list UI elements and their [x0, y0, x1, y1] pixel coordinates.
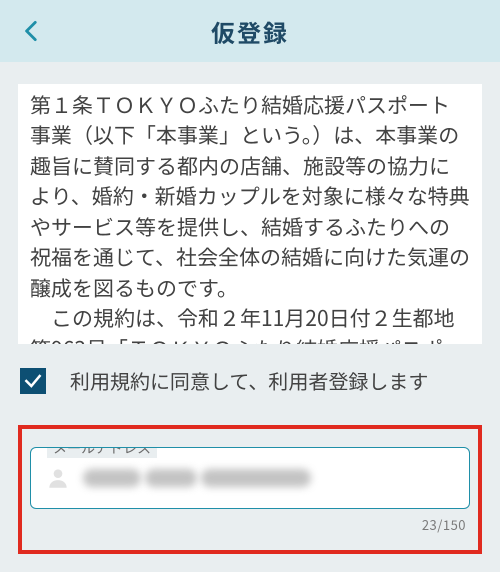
page-title: 仮登録: [0, 14, 500, 49]
app-header: 仮登録: [0, 0, 500, 62]
email-highlight-box: メールアドレス 23/150: [18, 425, 482, 554]
agree-row: 利用規約に同意して、利用者登録します: [18, 366, 482, 395]
check-icon: [23, 371, 43, 391]
email-input[interactable]: メールアドレス: [30, 447, 470, 509]
terms-paragraph-2: この規約は、令和２年11月20日付２生都地第963号「ＴＯＫＹＯふたり結婚応援パ…: [30, 303, 470, 344]
arrow-left-icon: [19, 18, 45, 44]
terms-text-box[interactable]: 第１条ＴＯＫＹＯふたり結婚応援パスポート事業（以下「本事業」という。）は、本事業…: [18, 84, 482, 344]
agree-label: 利用規約に同意して、利用者登録します: [70, 366, 428, 395]
email-legend: メールアドレス: [47, 447, 157, 458]
back-button[interactable]: [18, 17, 46, 45]
char-counter: 23/150: [30, 515, 470, 534]
terms-paragraph-1: 第１条ＴＯＫＹＯふたり結婚応援パスポート事業（以下「本事業」という。）は、本事業…: [30, 90, 470, 303]
email-value-blurred: [83, 469, 455, 487]
agree-checkbox[interactable]: [20, 368, 46, 394]
person-icon: [45, 465, 71, 491]
